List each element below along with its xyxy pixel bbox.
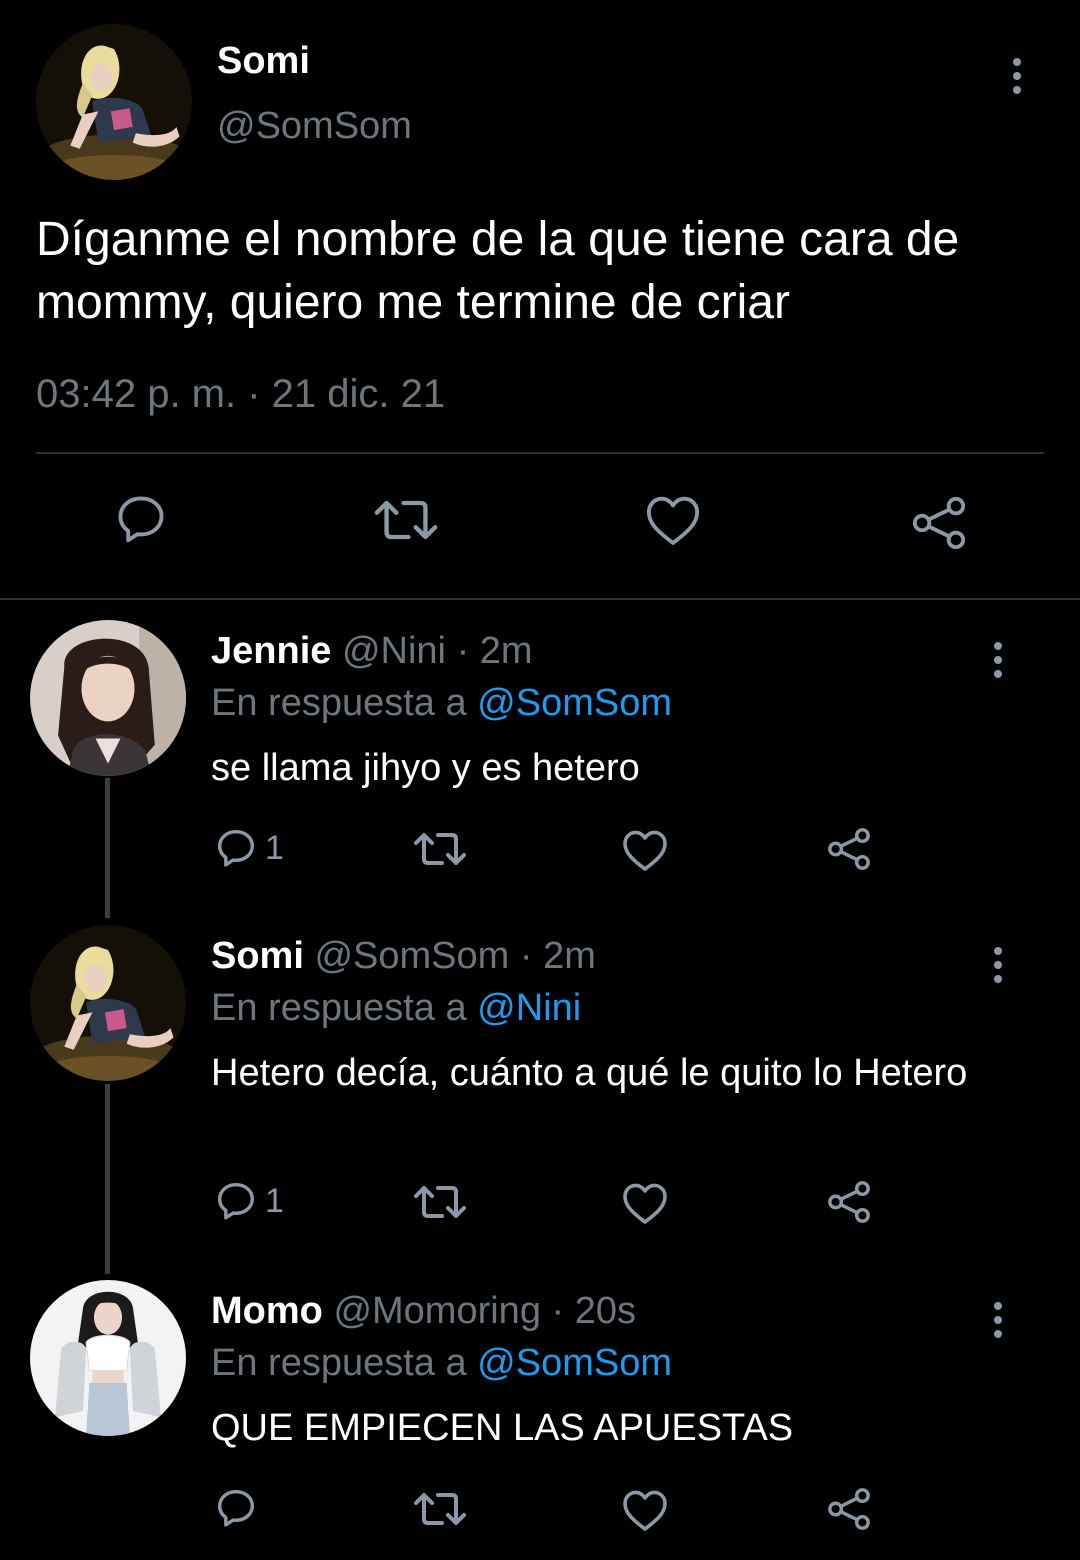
retweet-icon <box>374 500 438 540</box>
reply-separator: · <box>519 935 533 977</box>
reply-text: Hetero decía, cuánto a qué le quito lo H… <box>211 1052 968 1094</box>
retweet-icon <box>414 1186 466 1218</box>
main-author-handle[interactable]: @SomSom <box>217 105 412 148</box>
more-options-icon[interactable] <box>978 630 1018 690</box>
like-button[interactable] <box>644 492 702 548</box>
avatar-photo-somi <box>36 24 192 180</box>
avatar-photo-momo <box>30 1280 186 1436</box>
like-icon <box>623 1490 667 1531</box>
reply-author-name[interactable]: Somi <box>211 935 304 977</box>
reply-text: QUE EMPIECEN LAS APUESTAS <box>211 1407 794 1449</box>
avatar-photo-somi <box>30 925 186 1081</box>
more-options-icon[interactable] <box>997 46 1037 106</box>
reply-header: Momo @Momoring · 20s <box>211 1290 636 1333</box>
reply-button[interactable]: 1 <box>213 825 284 871</box>
retweet-icon <box>414 833 466 865</box>
more-options-icon[interactable] <box>978 1290 1018 1350</box>
like-button[interactable] <box>621 1180 669 1226</box>
main-tweet-text: Díganme el nombre de la que tiene cara d… <box>36 213 960 329</box>
replying-to: En respuesta a @SomSom <box>211 1342 672 1385</box>
share-icon <box>912 496 966 550</box>
reply-text: se llama jihyo y es hetero <box>211 747 640 789</box>
divider <box>0 598 1080 600</box>
reply-time[interactable]: 20s <box>575 1290 636 1332</box>
reply-header: Somi @SomSom · 2m <box>211 935 596 978</box>
like-icon <box>646 496 700 545</box>
avatar-photo-jennie <box>30 620 186 776</box>
reply-count: 1 <box>265 1181 284 1220</box>
reply-separator: · <box>551 1290 565 1332</box>
share-icon <box>828 1488 870 1530</box>
like-icon <box>623 1183 667 1224</box>
share-button[interactable] <box>826 1179 872 1225</box>
share-button[interactable] <box>826 826 872 872</box>
divider <box>36 452 1044 454</box>
main-author-name[interactable]: Somi <box>217 40 310 83</box>
reply-tweet[interactable]: Jennie @Nini · 2m En respuesta a @SomSom… <box>0 620 1080 920</box>
replying-to-label: En respuesta a <box>211 1342 467 1384</box>
retweet-icon <box>414 1493 466 1525</box>
share-button[interactable] <box>826 1486 872 1532</box>
replying-to: En respuesta a @SomSom <box>211 682 672 725</box>
retweet-button[interactable] <box>412 1489 468 1529</box>
reply-author-avatar[interactable] <box>30 1280 186 1436</box>
tweet-detail-page: Somi @SomSom Díganme el nombre de la que… <box>0 0 1080 1560</box>
replying-to-label: En respuesta a <box>211 987 467 1029</box>
like-button[interactable] <box>621 827 669 873</box>
reply-button[interactable]: 1 <box>213 1178 284 1224</box>
reply-tweet[interactable]: Somi @SomSom · 2m En respuesta a @Nini H… <box>0 925 1080 1275</box>
reply-time[interactable]: 2m <box>480 630 533 672</box>
reply-author-handle[interactable]: @SomSom <box>314 935 509 977</box>
reply-icon <box>217 1489 255 1527</box>
reply-separator: · <box>456 630 470 672</box>
reply-icon <box>118 496 164 543</box>
replying-to-mention[interactable]: @Nini <box>477 987 581 1029</box>
reply-count: 1 <box>265 828 284 867</box>
reply-author-avatar[interactable] <box>30 620 186 776</box>
main-tweet-timestamp[interactable]: 03:42 p. m. · 21 dic. 21 <box>36 372 445 417</box>
reply-icon <box>217 829 255 867</box>
replying-to-mention[interactable]: @SomSom <box>477 682 672 724</box>
retweet-button[interactable] <box>412 1182 468 1222</box>
reply-header: Jennie @Nini · 2m <box>211 630 533 673</box>
share-icon <box>828 828 870 870</box>
share-button[interactable] <box>910 494 968 552</box>
main-author-avatar[interactable] <box>36 24 192 180</box>
reply-button[interactable] <box>213 1485 265 1531</box>
retweet-button[interactable] <box>412 829 468 869</box>
like-icon <box>623 830 667 871</box>
reply-author-avatar[interactable] <box>30 925 186 1081</box>
reply-button[interactable] <box>112 490 170 548</box>
reply-tweet[interactable]: Momo @Momoring · 20s En respuesta a @Som… <box>0 1280 1080 1560</box>
retweet-button[interactable] <box>372 494 440 546</box>
main-tweet-actions <box>0 490 1080 560</box>
replying-to-label: En respuesta a <box>211 682 467 724</box>
reply-author-name[interactable]: Jennie <box>211 630 331 672</box>
replying-to-mention[interactable]: @SomSom <box>477 1342 672 1384</box>
replying-to: En respuesta a @Nini <box>211 987 581 1030</box>
share-icon <box>828 1181 870 1223</box>
reply-author-handle[interactable]: @Momoring <box>333 1290 541 1332</box>
like-button[interactable] <box>621 1487 669 1533</box>
reply-author-handle[interactable]: @Nini <box>342 630 446 672</box>
reply-time[interactable]: 2m <box>543 935 596 977</box>
more-options-icon[interactable] <box>978 935 1018 995</box>
reply-icon <box>217 1182 255 1220</box>
reply-author-name[interactable]: Momo <box>211 1290 323 1332</box>
main-tweet-header: Somi @SomSom <box>0 0 1080 190</box>
